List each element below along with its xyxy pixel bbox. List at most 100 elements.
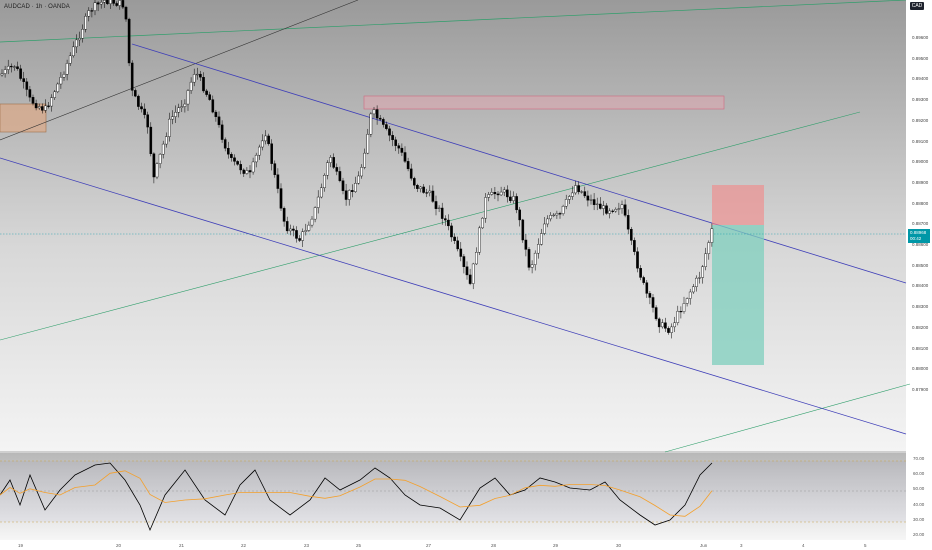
candle-body (679, 310, 683, 313)
candle-body (661, 322, 664, 328)
price-axis-label: 0.89600 (912, 35, 929, 40)
candle-body (59, 76, 63, 85)
candle-body (642, 277, 645, 283)
candle-body (171, 116, 174, 120)
candle-body (177, 107, 181, 113)
candle-body (71, 46, 75, 57)
candle-body (320, 187, 323, 198)
candle-body (422, 186, 425, 193)
candle-body (245, 170, 249, 174)
candle-body (75, 39, 78, 48)
stop-loss-zone[interactable] (712, 185, 764, 225)
candle-body (685, 298, 689, 304)
candle-body (127, 18, 131, 64)
candle-body (323, 175, 326, 189)
symbol-title[interactable]: AUDCAD · 1h · OANDA (4, 4, 70, 10)
candle-body (521, 219, 525, 241)
date-axis-label: Jun (700, 543, 708, 548)
candle-body (292, 228, 295, 231)
candle-body (6, 65, 10, 70)
candle-body (623, 204, 627, 216)
candle-body (3, 69, 7, 74)
candle-body (391, 135, 394, 141)
candle-body (403, 152, 407, 162)
candle-body (704, 253, 707, 267)
candle-body (202, 77, 205, 92)
candle-body (133, 90, 137, 97)
date-axis-label: 4 (802, 543, 805, 548)
candle-body (31, 97, 35, 104)
price-axis-label: 0.89500 (912, 55, 929, 61)
candle-body (413, 178, 416, 186)
candle-body (99, 1, 103, 5)
candle-body (518, 209, 521, 221)
candle-body (41, 106, 44, 111)
candle-body (468, 274, 472, 284)
candle-body (0, 73, 4, 76)
candle-body (549, 215, 552, 220)
candle-body (605, 205, 608, 214)
supply-zone-top[interactable] (363, 95, 725, 110)
candle-body (115, 3, 118, 6)
candle-body (372, 109, 376, 115)
candle-body (447, 219, 450, 227)
candle-body (515, 196, 518, 211)
price-axis-label: 0.89000 (912, 159, 929, 165)
current-price-badge: 0.88968 00:42 (908, 229, 930, 243)
candle-body (282, 208, 286, 222)
candle-body (595, 203, 599, 205)
candle-body (93, 2, 97, 11)
price-axis-bg (906, 0, 932, 550)
candle-body (233, 157, 236, 162)
candle-body (347, 190, 351, 200)
candle-body (140, 106, 143, 110)
price-axis-label: 0.88900 (912, 179, 929, 185)
rsi-axis-label: 60.00 (913, 471, 925, 477)
currency-badge[interactable]: CAD (910, 2, 924, 10)
candle-body (164, 136, 168, 145)
candle-body (304, 230, 308, 232)
rsi-axis-label: 20.00 (913, 532, 925, 537)
candle-body (462, 256, 466, 267)
candle-body (329, 157, 332, 163)
candle-body (670, 326, 673, 333)
candle-body (701, 266, 704, 278)
take-profit-zone[interactable] (712, 225, 764, 365)
price-chart[interactable] (0, 0, 932, 550)
chart-root[interactable]: AUDCAD · 1h · OANDA CAD 0.89600 0.89500 0.… (0, 0, 932, 550)
candle-body (155, 163, 159, 178)
rsi-band (0, 461, 906, 522)
candle-body (537, 244, 540, 254)
candle-body (388, 128, 391, 136)
candle-body (645, 282, 649, 294)
date-axis-label: 22 (241, 543, 247, 548)
candle-body (502, 189, 506, 193)
price-axis-label: 0.88200 (912, 324, 929, 330)
candle-body (9, 65, 13, 68)
candle-body (316, 196, 320, 208)
candle-body (506, 189, 509, 198)
price-axis-label: 0.88100 (912, 345, 929, 351)
candle-body (512, 196, 515, 201)
candle-body (639, 268, 642, 278)
candle-body (310, 218, 314, 226)
candle-body (189, 81, 193, 91)
candle-body (354, 183, 357, 192)
candle-body (338, 171, 342, 181)
candle-body (568, 196, 571, 200)
candle-body (493, 192, 497, 195)
candle-body (456, 240, 460, 250)
candle-body (654, 307, 658, 320)
candle-body (341, 180, 345, 191)
candle-body (363, 152, 367, 168)
price-axis-label: 0.88000 (912, 366, 929, 372)
candle-body (676, 310, 680, 323)
candle-body (540, 233, 543, 245)
rsi-axis-label: 70.00 (913, 456, 925, 461)
candle-body (53, 91, 56, 98)
rsi-axis-label: 30.00 (913, 516, 925, 522)
candle-body (366, 134, 370, 154)
date-axis-label: 30 (616, 543, 622, 548)
candle-body (651, 297, 655, 308)
candle-body (332, 157, 336, 168)
